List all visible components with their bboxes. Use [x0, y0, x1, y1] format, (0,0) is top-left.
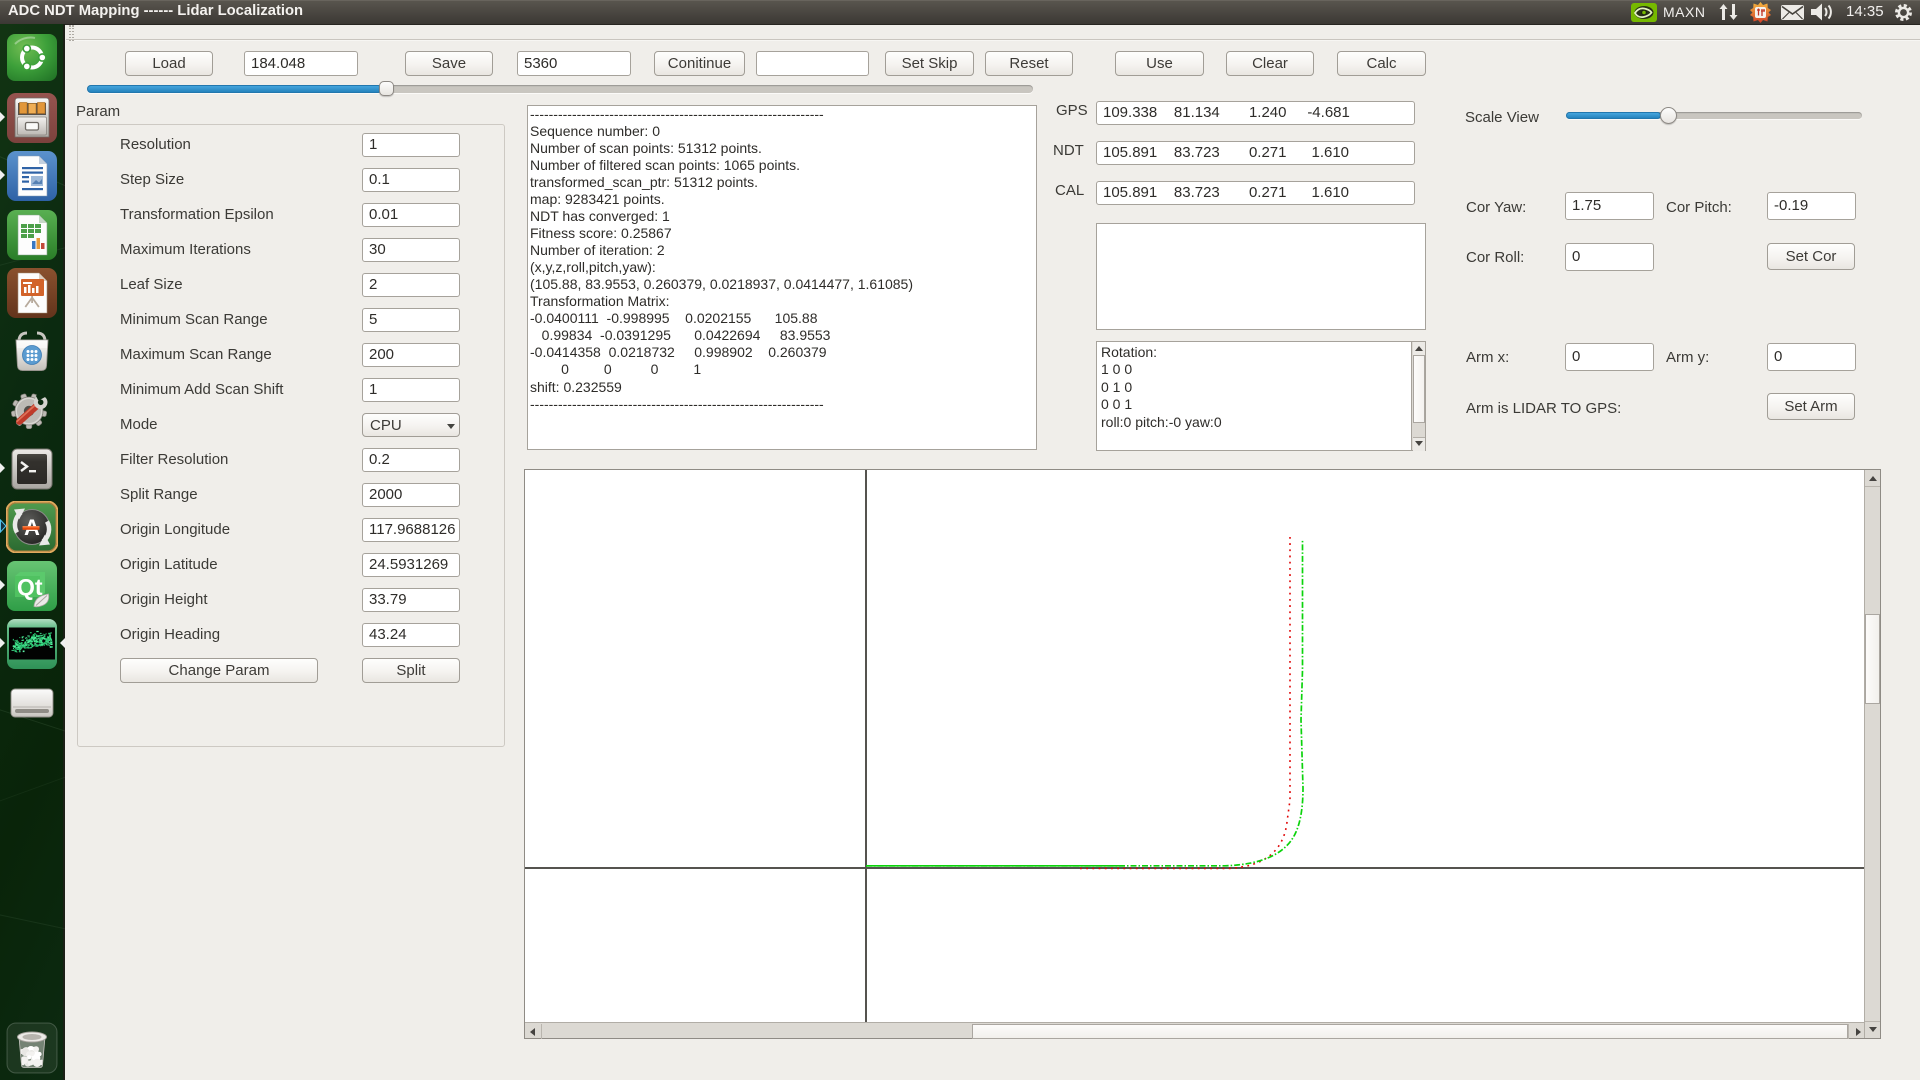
svg-text:Qt: Qt	[17, 574, 43, 600]
